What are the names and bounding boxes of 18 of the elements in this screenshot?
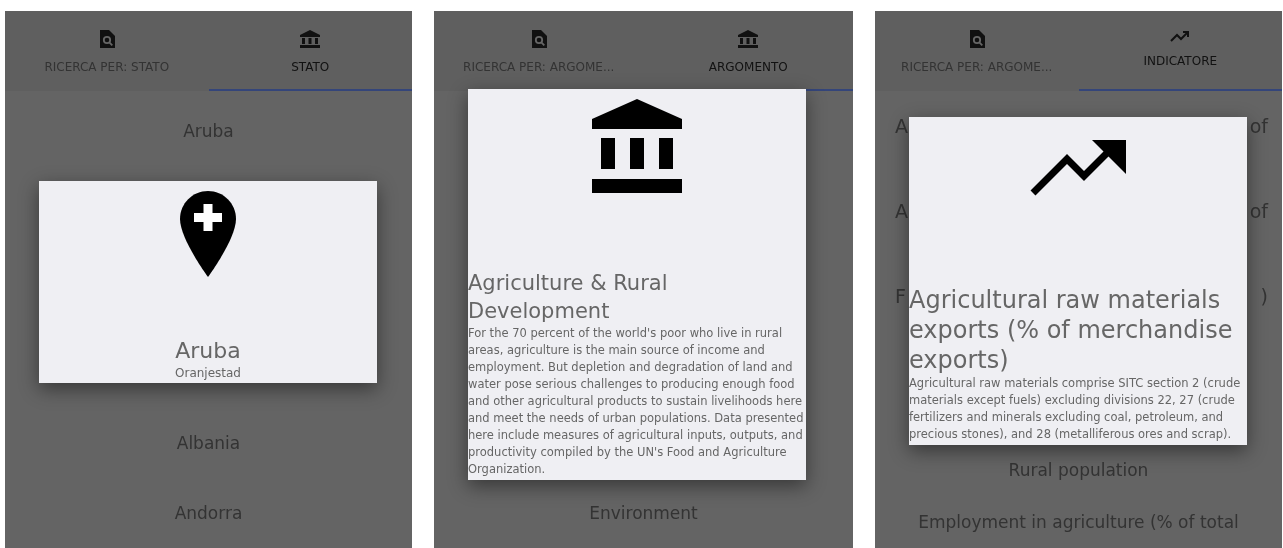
list-item-text: ): [1260, 284, 1268, 309]
trend-icon: [1030, 140, 1126, 196]
dialog-title: Aruba: [175, 337, 241, 365]
search-icon: [968, 30, 985, 48]
dialog-title: Agriculture & Rural Development: [468, 270, 669, 325]
dialog-subtitle: Oranjestad: [175, 365, 241, 382]
dialog-title: Agricultural raw materials exports (% of merchandise exports): [909, 285, 1234, 375]
tab[interactable]: STATO: [208, 11, 412, 91]
bank-icon: [738, 30, 759, 48]
bank-icon: [300, 30, 321, 48]
dialog-description: For the 70 percent of the world's poor who live in rural areas, agriculture is the main source of income and employment. But depletion and degradation of land and water pose serious challenges to producing enough food and other agricultural products to sustain livelihoods here and meet the needs of urban populations. Data presented here include measures of agricultural inputs, outputs, and productivity compiled by the UN's Food and Agriculture Organization.: [468, 325, 805, 478]
bank-icon: [592, 99, 682, 193]
search-icon: [530, 30, 547, 48]
map-pin-plus-icon: [180, 191, 236, 277]
tab[interactable]: INDICATORE: [1078, 11, 1282, 91]
trend-icon: [1170, 30, 1191, 42]
search-icon: [98, 30, 115, 48]
dialog-description: Agricultural raw materials comprise SITC section 2 (crude materials except fuels) excluding divisions 22, 27 (crude fertilizers and minerals excluding coal, petroleum, and precious stones), and 28 (metalliferous ores and scrap).: [909, 375, 1242, 443]
